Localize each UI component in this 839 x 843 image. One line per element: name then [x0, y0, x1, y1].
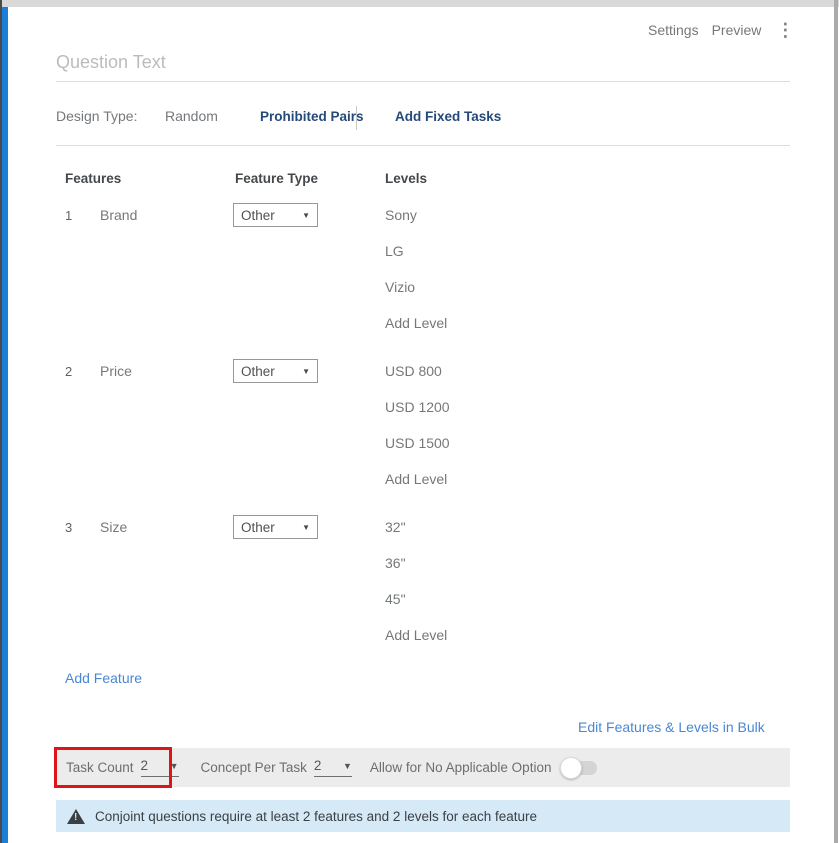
- feature-name[interactable]: Brand: [100, 207, 137, 223]
- feature-type-column-header: Feature Type: [235, 171, 318, 186]
- no-applicable-option-label: Allow for No Applicable Option: [370, 760, 552, 775]
- feature-name[interactable]: Price: [100, 363, 132, 379]
- feature-type-select[interactable]: Other ▼: [233, 203, 318, 227]
- design-type-value[interactable]: Random: [165, 108, 218, 124]
- no-applicable-toggle[interactable]: [563, 761, 597, 775]
- chevron-down-icon: ▼: [343, 761, 352, 771]
- feature-type-selected-value: Other: [241, 208, 275, 223]
- conjoint-controls-bar: Task Count 2 ▼ Concept Per Task 2 ▼ Allo…: [56, 748, 790, 787]
- toggle-knob: [560, 757, 582, 779]
- level-item[interactable]: Sony: [385, 207, 447, 243]
- task-count-dropdown[interactable]: 2 ▼: [141, 758, 179, 777]
- chevron-down-icon: ▼: [302, 367, 310, 376]
- feature-index: 2: [65, 364, 72, 379]
- top-window-strip: [2, 0, 839, 7]
- concept-per-task-value: 2: [314, 758, 322, 773]
- levels-list: 32" 36" 45" Add Level: [385, 519, 447, 663]
- feature-type-select[interactable]: Other ▼: [233, 359, 318, 383]
- vertical-divider: [356, 106, 357, 130]
- kebab-menu-icon[interactable]: ⋮: [774, 22, 796, 38]
- prohibited-pairs-link[interactable]: Prohibited Pairs: [260, 109, 364, 124]
- add-feature-link[interactable]: Add Feature: [65, 670, 142, 686]
- task-count-value: 2: [141, 758, 149, 773]
- feature-type-selected-value: Other: [241, 364, 275, 379]
- conjoint-requirements-notice: Conjoint questions require at least 2 fe…: [56, 800, 790, 832]
- task-count-label: Task Count: [66, 760, 134, 775]
- features-column-header: Features: [65, 171, 121, 186]
- level-item[interactable]: 45": [385, 591, 447, 627]
- add-level-link[interactable]: Add Level: [385, 627, 447, 663]
- add-fixed-tasks-link[interactable]: Add Fixed Tasks: [395, 109, 501, 124]
- add-level-link[interactable]: Add Level: [385, 471, 450, 507]
- design-type-row: Design Type: Random Prohibited Pairs Add…: [56, 108, 790, 128]
- feature-type-select[interactable]: Other ▼: [233, 515, 318, 539]
- conjoint-question-editor: Settings Preview ⋮ Question Text Design …: [0, 0, 839, 843]
- feature-type-selected-value: Other: [241, 520, 275, 535]
- concept-per-task-label: Concept Per Task: [201, 760, 307, 775]
- edit-features-levels-bulk-link[interactable]: Edit Features & Levels in Bulk: [578, 719, 765, 735]
- divider: [56, 81, 790, 82]
- level-item[interactable]: USD 1200: [385, 399, 450, 435]
- levels-list: USD 800 USD 1200 USD 1500 Add Level: [385, 363, 450, 507]
- design-type-label: Design Type:: [56, 108, 137, 124]
- feature-index: 3: [65, 520, 72, 535]
- notice-text: Conjoint questions require at least 2 fe…: [95, 809, 537, 824]
- chevron-down-icon: ▼: [302, 211, 310, 220]
- selected-question-indicator: [2, 7, 8, 843]
- level-item[interactable]: 36": [385, 555, 447, 591]
- level-item[interactable]: LG: [385, 243, 447, 279]
- chevron-down-icon: ▼: [170, 761, 179, 771]
- question-header-actions: Settings Preview ⋮: [648, 22, 796, 38]
- concept-per-task-dropdown[interactable]: 2 ▼: [314, 758, 352, 777]
- level-item[interactable]: USD 1500: [385, 435, 450, 471]
- add-level-link[interactable]: Add Level: [385, 315, 447, 351]
- warning-icon: [67, 809, 85, 824]
- levels-list: Sony LG Vizio Add Level: [385, 207, 447, 351]
- feature-index: 1: [65, 208, 72, 223]
- level-item[interactable]: USD 800: [385, 363, 450, 399]
- levels-column-header: Levels: [385, 171, 427, 186]
- feature-name[interactable]: Size: [100, 519, 127, 535]
- divider: [56, 145, 790, 146]
- scrollbar[interactable]: [834, 0, 838, 843]
- settings-button[interactable]: Settings: [648, 22, 699, 38]
- preview-button[interactable]: Preview: [712, 22, 762, 38]
- question-text-input[interactable]: Question Text: [56, 52, 166, 73]
- level-item[interactable]: 32": [385, 519, 447, 555]
- chevron-down-icon: ▼: [302, 523, 310, 532]
- level-item[interactable]: Vizio: [385, 279, 447, 315]
